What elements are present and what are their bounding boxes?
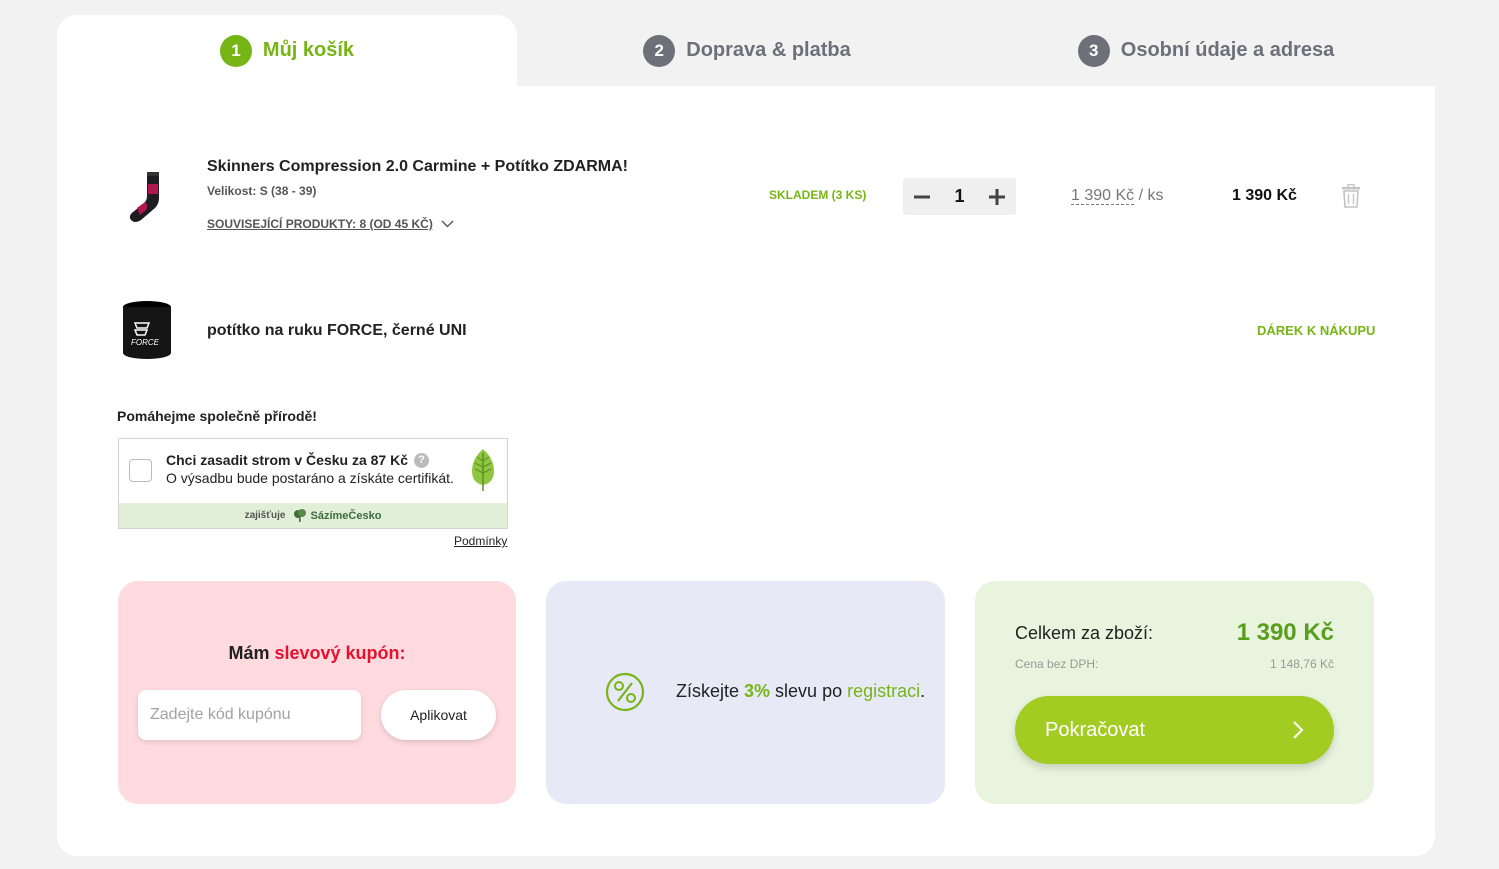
registration-promo: Získejte 3% slevu po registraci.	[546, 581, 945, 804]
minus-icon	[914, 195, 930, 198]
stock-status: SKLADEM (3 KS)	[769, 188, 867, 202]
coupon-box: Mám slevový kupón: Aplikovat	[118, 581, 516, 804]
product-variant: Velikost: S (38 - 39)	[207, 184, 317, 198]
related-products-label: SOUVISEJÍCÍ PRODUKTY: 8 (OD 45 KČ)	[207, 217, 433, 231]
tree-offer-subtitle: O výsadbu bude postaráno a získáte certi…	[166, 470, 454, 486]
unit-suffix: / ks	[1134, 187, 1164, 204]
svg-text:FORCE: FORCE	[131, 338, 160, 347]
trash-icon	[1342, 183, 1360, 208]
plus-icon	[988, 188, 1005, 205]
unit-price: 1 390 Kč / ks	[1071, 187, 1164, 205]
provider-logo: SázímeČesko	[293, 509, 381, 522]
item-total-price: 1 390 Kč	[1232, 187, 1297, 204]
tree-offer: Chci zasadit strom v Česku za 87 Kč ? O …	[118, 438, 508, 529]
order-summary: Celkem za zboží: 1 390 Kč Cena bez DPH: …	[975, 581, 1374, 804]
sock-product-image[interactable]	[123, 168, 175, 226]
promo-suffix: .	[920, 681, 926, 701]
related-products-toggle[interactable]: SOUVISEJÍCÍ PRODUKTY: 8 (OD 45 KČ)	[207, 217, 454, 231]
step-label: Osobní údaje a adresa	[1120, 39, 1335, 61]
provider-name: SázímeČesko	[310, 509, 382, 522]
coupon-heading-highlight: slevový kupón:	[274, 643, 406, 663]
promo-percent: 3%	[744, 681, 771, 701]
checkout-steps: 1 Můj košík 2 Doprava & platba 3 Osobní …	[57, 15, 1435, 86]
product-title[interactable]: potítko na ruku FORCE, černé UNI	[207, 322, 467, 340]
vat-label: Cena bez DPH:	[1015, 657, 1099, 671]
tree-offer-title-text: Chci zasadit strom v Česku za 87 Kč	[166, 452, 408, 468]
product-title[interactable]: Skinners Compression 2.0 Carmine + Potít…	[207, 158, 628, 176]
chevron-right-icon	[1293, 721, 1304, 739]
provided-by-label: zajišťuje	[244, 510, 286, 521]
wristband-product-image[interactable]: FORCE	[119, 299, 175, 361]
decrease-quantity-button[interactable]	[913, 188, 931, 206]
step-number: 2	[643, 34, 676, 67]
continue-label: Pokračovat	[1045, 718, 1146, 741]
tree-logo-icon	[294, 509, 307, 522]
plant-tree-checkbox[interactable]	[129, 459, 152, 482]
conditions-link[interactable]: Podmínky	[454, 534, 507, 548]
coupon-code-input[interactable]	[138, 690, 361, 740]
tree-offer-title: Chci zasadit strom v Česku za 87 Kč ?	[166, 452, 429, 468]
percent-icon	[605, 672, 645, 712]
step-cart[interactable]: 1 Můj košík	[57, 15, 517, 86]
quantity-value[interactable]: 1	[954, 186, 964, 207]
increase-quantity-button[interactable]	[988, 188, 1006, 206]
registration-link[interactable]: registraci	[847, 681, 920, 701]
step-number: 3	[1077, 34, 1110, 67]
gift-badge: DÁREK K NÁKUPU	[1257, 323, 1376, 338]
step-personal-details[interactable]: 3 Osobní údaje a adresa	[977, 15, 1435, 86]
total-value: 1 390 Kč	[1236, 619, 1334, 646]
help-icon[interactable]: ?	[414, 452, 429, 468]
nature-heading: Pomáhejme společně přírodě!	[117, 408, 317, 424]
cart-card: Skinners Compression 2.0 Carmine + Potít…	[57, 86, 1435, 856]
vat-value: 1 148,76 Kč	[1269, 657, 1334, 671]
promo-middle: slevu po	[770, 681, 848, 701]
chevron-down-icon	[441, 220, 454, 228]
step-shipping-payment[interactable]: 2 Doprava & platba	[517, 15, 977, 86]
quantity-stepper: 1	[903, 178, 1016, 215]
step-number: 1	[219, 34, 252, 67]
remove-item-button[interactable]	[1341, 183, 1361, 208]
promo-prefix: Získejte	[676, 681, 745, 701]
tree-icon	[469, 447, 497, 493]
step-label: Můj košík	[262, 39, 355, 61]
step-label: Doprava & platba	[686, 39, 851, 61]
continue-button[interactable]: Pokračovat	[1015, 696, 1334, 764]
tree-provider-bar: zajišťuje SázímeČesko	[119, 503, 507, 528]
coupon-heading-prefix: Mám	[228, 643, 275, 663]
promo-text: Získejte 3% slevu po registraci.	[676, 681, 925, 702]
coupon-heading: Mám slevový kupón:	[118, 643, 516, 664]
apply-coupon-button[interactable]: Aplikovat	[381, 690, 496, 740]
unit-price-value: 1 390 Kč	[1071, 187, 1135, 205]
total-label: Celkem za zboží:	[1015, 623, 1154, 643]
